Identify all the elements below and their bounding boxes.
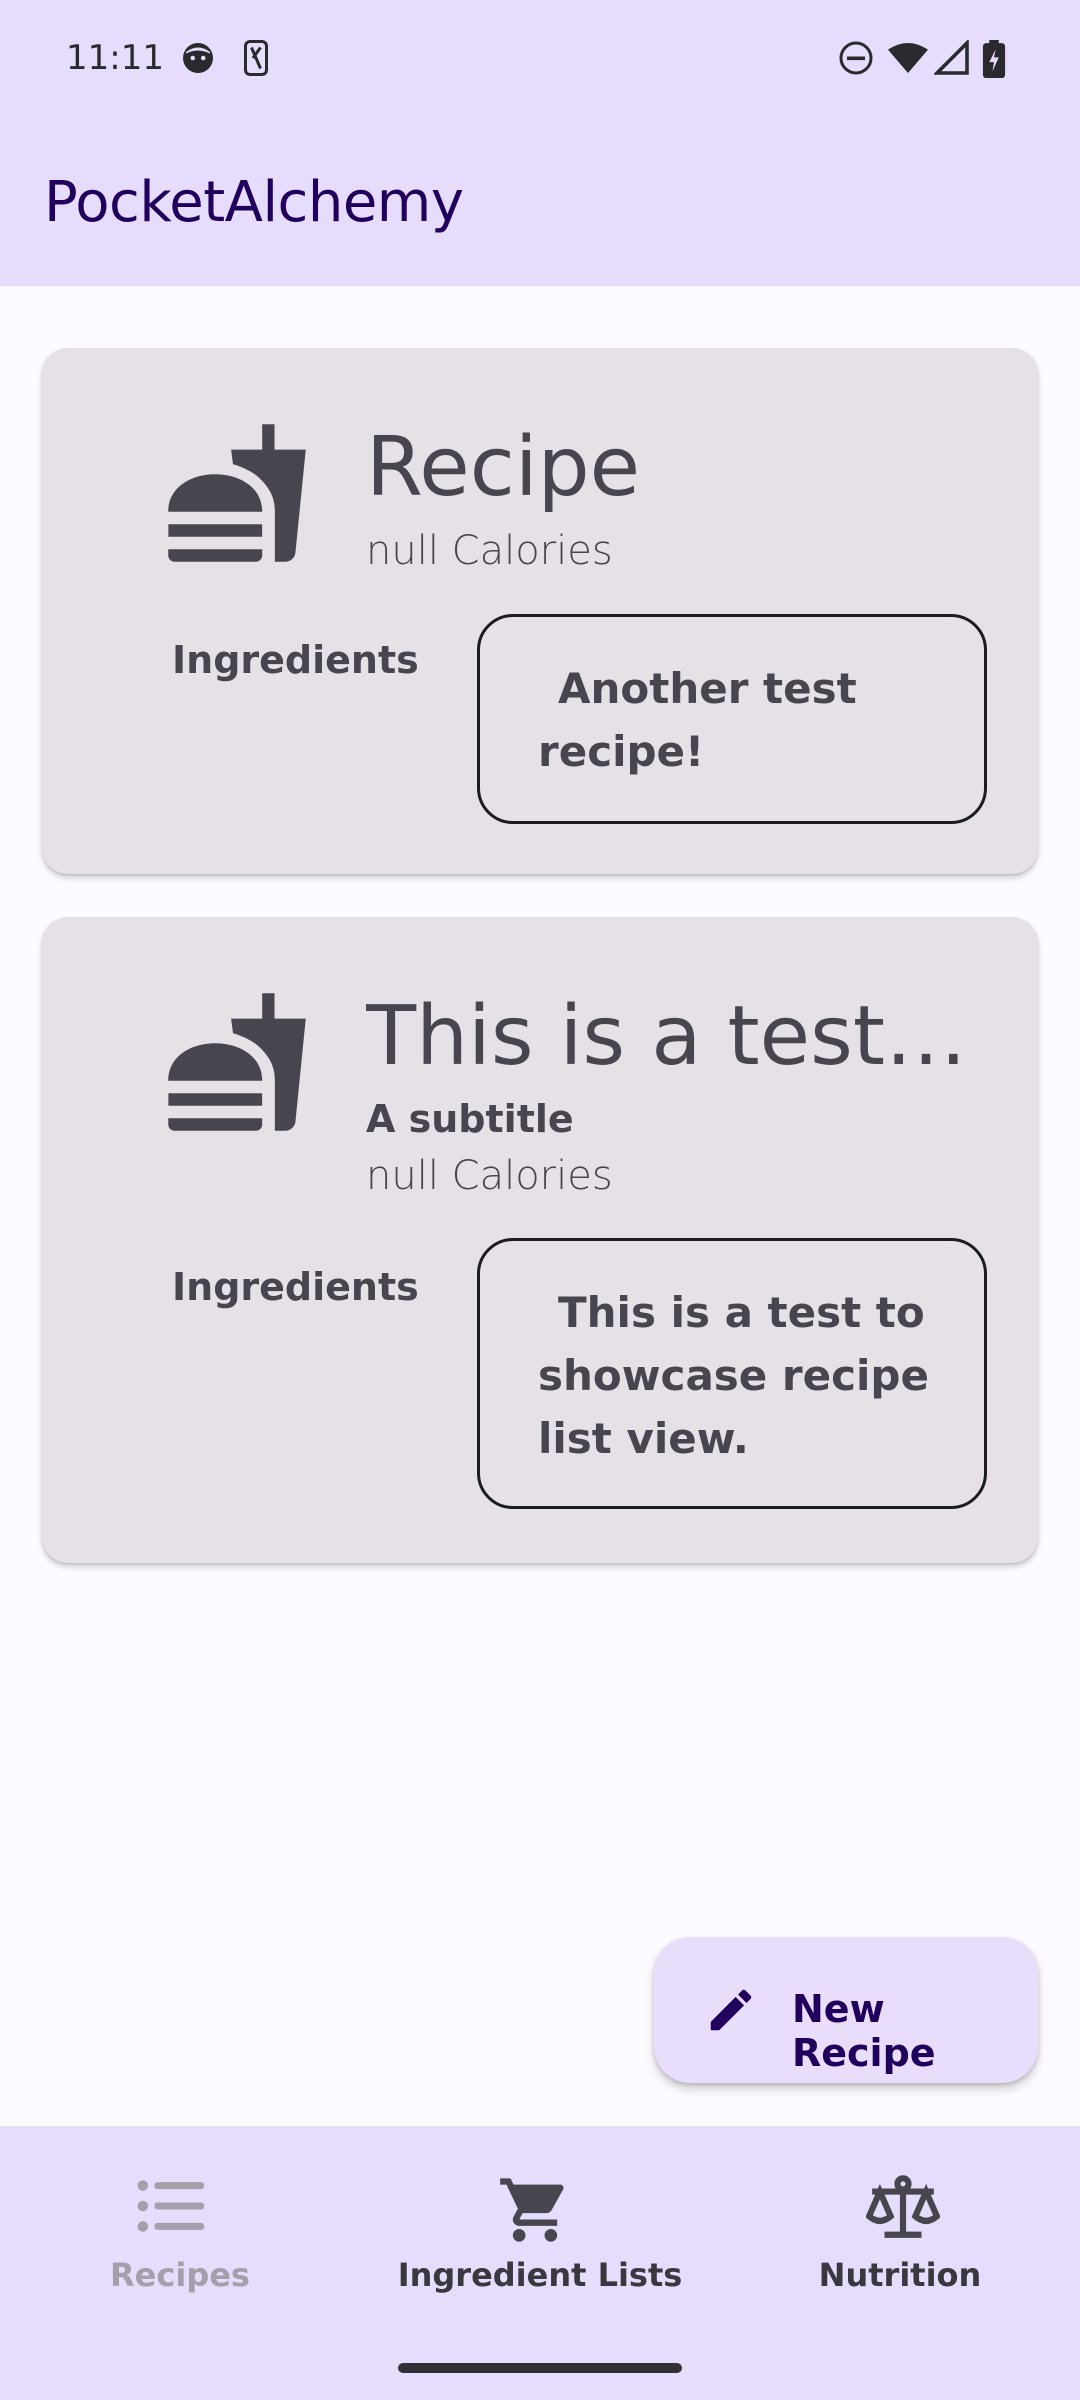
cart-icon: [500, 2178, 564, 2242]
fastfood-icon: [168, 993, 306, 1131]
description-line: recipe!: [538, 727, 705, 776]
wifi-icon: [888, 43, 928, 73]
nav-label-ingredient-lists: Ingredient Lists: [397, 2256, 683, 2294]
recipe-card[interactable]: Recipe null Calories Ingredients Another…: [42, 348, 1038, 874]
nav-item-ingredient-lists[interactable]: Ingredient Lists: [360, 2126, 720, 2400]
recipe-title: This is a test r…: [366, 989, 986, 1084]
face-notification-icon: [183, 43, 213, 73]
new-recipe-button[interactable]: New Recipe: [654, 1937, 1038, 2083]
recipe-title: Recipe: [366, 420, 641, 515]
gesture-handle[interactable]: [398, 2363, 682, 2373]
recipe-subtitle: A subtitle: [366, 1097, 574, 1141]
recipe-description-box: Another test recipe!: [477, 614, 987, 824]
recipe-calories: null Calories: [366, 1153, 613, 1199]
fastfood-icon: [168, 424, 306, 562]
bottom-navigation: Recipes Ingredient Lists Nutrition: [0, 2126, 1080, 2400]
recipe-description-box: This is a test to showcase recipe list v…: [477, 1238, 987, 1509]
description-line: Another test: [558, 664, 857, 713]
app-title: PocketAlchemy: [44, 170, 464, 235]
description-line: list view.: [538, 1414, 749, 1463]
recipe-calories: null Calories: [366, 528, 613, 574]
nav-item-nutrition[interactable]: Nutrition: [720, 2126, 1080, 2400]
new-recipe-label: New Recipe: [792, 1987, 936, 2075]
cell-signal-icon: [934, 40, 969, 75]
top-app-bar: 11:11 PocketAlchemy: [0, 0, 1080, 286]
pencil-icon: [710, 1989, 752, 2031]
description-line: showcase recipe: [538, 1351, 929, 1400]
scale-icon: [866, 2175, 940, 2238]
battery-charging-icon: [982, 40, 1006, 78]
nav-label-nutrition: Nutrition: [818, 2256, 982, 2294]
nav-label-recipes: Recipes: [110, 2256, 250, 2294]
list-icon: [137, 2180, 205, 2232]
description-line: This is a test to: [558, 1288, 925, 1337]
recipe-card[interactable]: This is a test r… A subtitle null Calori…: [42, 917, 1038, 1563]
ingredients-label: Ingredients: [172, 638, 419, 682]
status-bar: 11:11: [0, 0, 1080, 120]
do-not-disturb-icon: [839, 41, 873, 75]
nav-item-recipes[interactable]: Recipes: [0, 2126, 360, 2400]
ingredients-label: Ingredients: [172, 1265, 419, 1309]
sports-notification-icon: [244, 40, 268, 76]
status-time: 11:11: [66, 38, 164, 78]
